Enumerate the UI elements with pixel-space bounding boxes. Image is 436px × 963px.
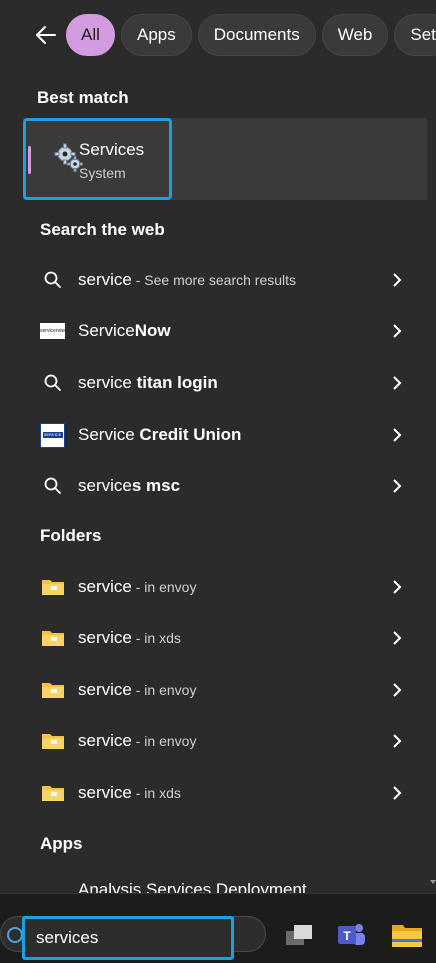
chevron-right-icon	[393, 631, 402, 645]
chevron-right-icon	[393, 324, 402, 338]
best-match-header: Best match	[37, 88, 129, 107]
back-button[interactable]	[34, 17, 58, 53]
web-result-row[interactable]: service - See more search results	[0, 258, 436, 302]
scroll-down-arrow-icon[interactable]	[430, 860, 436, 890]
folder-row[interactable]: service - in xds	[0, 771, 436, 815]
search-input[interactable]: services	[36, 928, 98, 948]
folder-label: service - in xds	[78, 628, 181, 647]
service-credit-union-logo: SERVICE	[40, 422, 65, 448]
chevron-right-icon	[393, 376, 402, 390]
filter-web[interactable]: Web	[321, 14, 389, 56]
folder-icon	[40, 626, 65, 651]
chevron-right-icon	[393, 734, 402, 748]
web-result-label: ServiceNow	[78, 321, 171, 340]
chevron-right-icon	[393, 428, 402, 442]
chevron-right-icon	[393, 479, 402, 493]
web-result-label: Service Credit Union	[78, 425, 242, 444]
chevron-right-icon	[393, 580, 402, 594]
filter-apps[interactable]: Apps	[121, 14, 192, 56]
app-result-partial[interactable]: Analysis Services Deployment	[78, 880, 307, 893]
apps-header: Apps	[40, 834, 83, 853]
filter-all[interactable]: All	[66, 14, 115, 56]
folder-icon	[40, 781, 65, 806]
folder-icon	[40, 729, 65, 754]
folder-label: service - in envoy	[78, 731, 197, 750]
best-match-services[interactable]: Services System	[23, 118, 427, 200]
search-icon	[40, 371, 65, 396]
file-explorer-icon[interactable]	[390, 918, 424, 952]
chevron-right-icon	[393, 786, 402, 800]
best-match-subtitle: System	[79, 165, 126, 181]
web-result-label: service titan login	[78, 373, 218, 392]
web-result-row[interactable]: service titan login	[0, 361, 436, 405]
filter-settings[interactable]: Set	[394, 14, 436, 56]
folder-row[interactable]: service - in xds	[0, 616, 436, 660]
chevron-right-icon	[393, 683, 402, 697]
search-icon	[40, 268, 65, 293]
folder-row[interactable]: service - in envoy	[0, 668, 436, 712]
web-result-label: service - See more search results	[78, 270, 297, 289]
folders-header: Folders	[40, 526, 102, 545]
search-panel: All Apps Documents Web Set Best match Se…	[0, 0, 436, 893]
teams-icon[interactable]: T	[334, 918, 368, 952]
folder-label: service - in xds	[78, 783, 181, 802]
chevron-right-icon	[393, 273, 402, 287]
svg-text:T: T	[343, 929, 351, 943]
folder-label: service - in envoy	[78, 577, 197, 596]
folder-icon	[40, 678, 65, 703]
selection-indicator	[28, 146, 31, 174]
web-result-row[interactable]: SERVICE Service Credit Union	[0, 413, 436, 457]
web-result-label: services msc	[78, 476, 181, 495]
filter-row: All Apps Documents Web Set	[0, 12, 436, 58]
web-result-row[interactable]: servicenow ServiceNow	[0, 309, 436, 353]
task-view-icon[interactable]	[282, 918, 316, 952]
folder-row[interactable]: service - in envoy	[0, 719, 436, 763]
filter-documents[interactable]: Documents	[197, 14, 316, 56]
search-icon	[40, 474, 65, 499]
servicenow-logo: servicenow	[40, 319, 65, 344]
search-web-header: Search the web	[40, 220, 165, 239]
folder-icon	[40, 575, 65, 600]
folder-row[interactable]: service - in envoy	[0, 565, 436, 609]
folder-label: service - in envoy	[78, 680, 197, 699]
taskbar: services T	[0, 893, 436, 963]
web-result-row[interactable]: services msc	[0, 464, 436, 508]
best-match-title: Services	[79, 140, 145, 159]
back-arrow-icon	[36, 26, 56, 44]
